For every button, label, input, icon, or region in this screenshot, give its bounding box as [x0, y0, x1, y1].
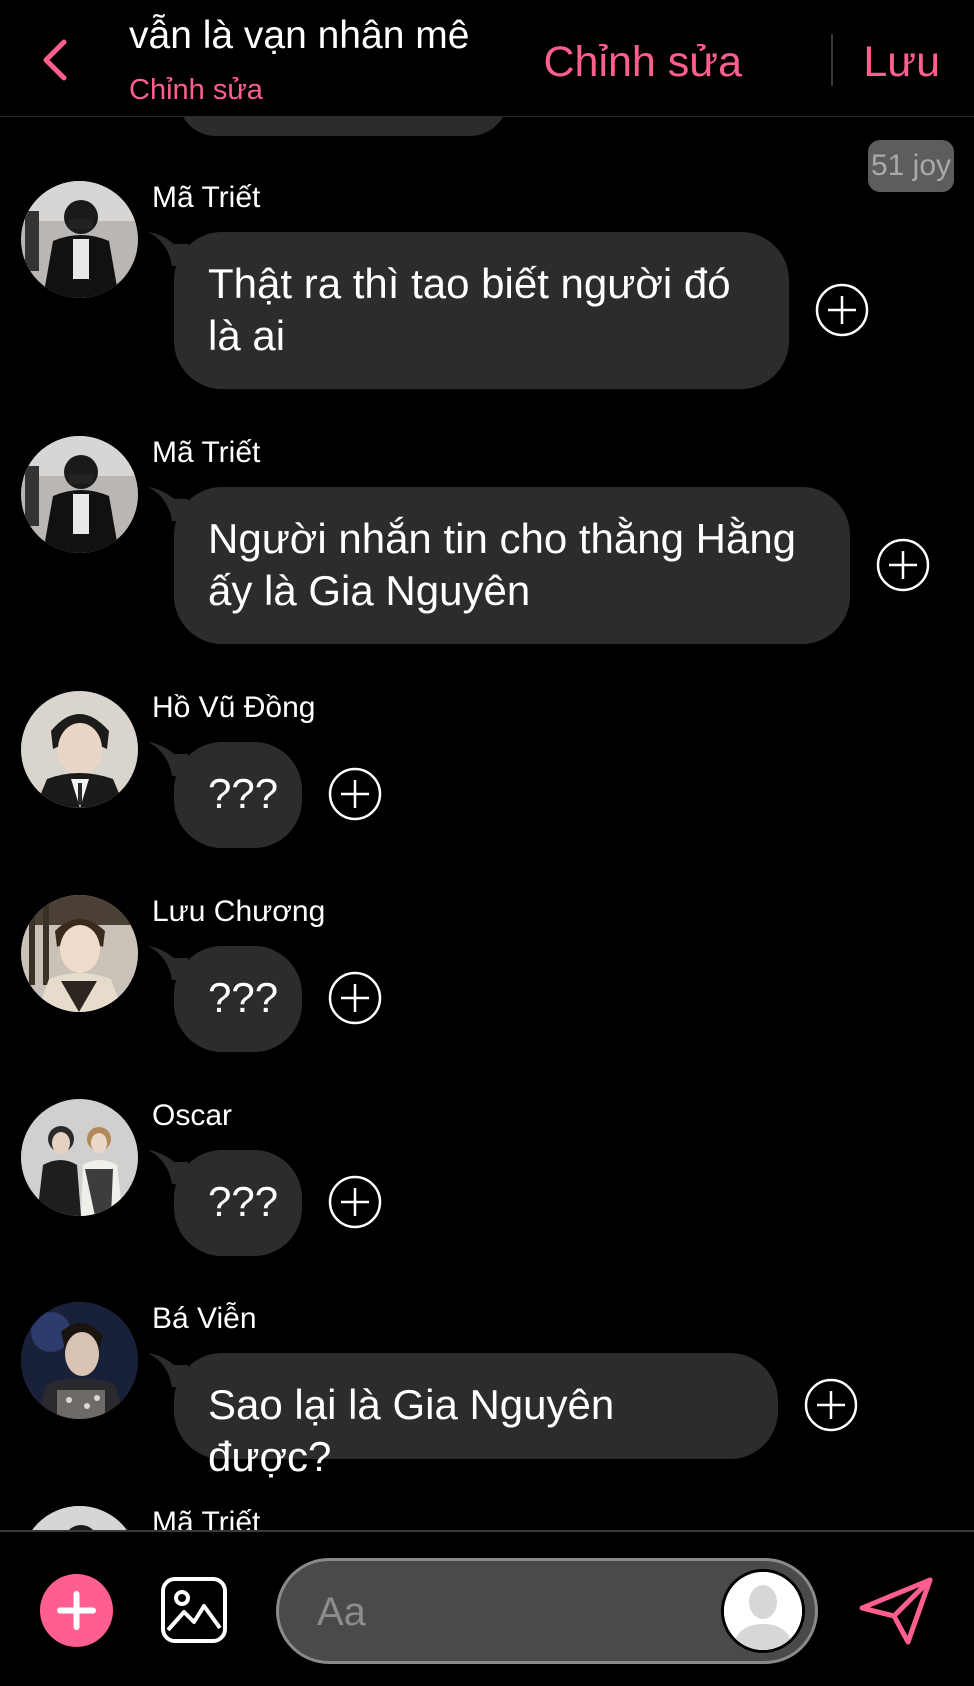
- sender-name: Hồ Vũ Đồng: [152, 691, 316, 724]
- avatar[interactable]: [21, 436, 138, 553]
- add-reaction-button[interactable]: [804, 1378, 858, 1432]
- add-reaction-button[interactable]: [328, 767, 382, 821]
- image-button[interactable]: [160, 1576, 228, 1644]
- chat-subtitle[interactable]: Chỉnh sửa: [129, 74, 263, 107]
- avatar[interactable]: [21, 895, 138, 1012]
- message-input-container: [276, 1558, 818, 1664]
- send-button[interactable]: [858, 1576, 934, 1646]
- save-button[interactable]: Lưu: [863, 38, 940, 87]
- avatar-photo: [21, 895, 138, 1012]
- plus-icon: [40, 1574, 113, 1647]
- message-list[interactable]: 51 joy Mã Triết Thật ra thì tao biết ngư…: [0, 0, 974, 1530]
- add-reaction-button[interactable]: [815, 283, 869, 337]
- sender-name: Lưu Chương: [152, 895, 326, 928]
- message-line: Người nhắn tin cho thằng Hằng: [208, 515, 797, 562]
- message-line: ???: [208, 974, 279, 1021]
- message-bubble-wrap: ???: [148, 1150, 302, 1256]
- add-button[interactable]: [40, 1574, 113, 1647]
- user-silhouette-icon: [724, 1572, 802, 1650]
- avatar-photo: [21, 1302, 138, 1419]
- avatar[interactable]: [21, 1302, 138, 1419]
- message-bubble[interactable]: ???: [174, 946, 302, 1052]
- send-icon: [859, 1577, 933, 1645]
- avatar[interactable]: [21, 181, 138, 298]
- message-line: ???: [208, 1178, 279, 1225]
- sender-name: Oscar: [152, 1099, 233, 1132]
- joy-badge: 51 joy: [868, 140, 954, 192]
- back-button[interactable]: [36, 36, 76, 84]
- avatar[interactable]: [21, 1099, 138, 1216]
- message-line: Thật ra thì tao biết người đó: [208, 260, 731, 307]
- add-reaction-button[interactable]: [328, 1175, 382, 1229]
- message-bubble-wrap: Thật ra thì tao biết người đó là ai: [148, 232, 789, 389]
- avatar-photo: [21, 436, 138, 553]
- sender-name: Mã Triết: [152, 436, 261, 469]
- avatar[interactable]: [21, 1506, 138, 1530]
- message-line: Sao lại là Gia Nguyên được?: [208, 1381, 615, 1480]
- add-reaction-button[interactable]: [876, 538, 930, 592]
- message-bubble[interactable]: Sao lại là Gia Nguyên được?: [174, 1353, 778, 1480]
- message-bubble[interactable]: Thật ra thì tao biết người đó là ai: [174, 232, 789, 389]
- chat-header: vẫn là vạn nhân mê Chỉnh sửa Chỉnh sửa L…: [0, 0, 974, 117]
- avatar-photo: [21, 181, 138, 298]
- avatar[interactable]: [21, 691, 138, 808]
- avatar-photo: [21, 691, 138, 808]
- sender-name: Bá Viễn: [152, 1302, 257, 1335]
- message-bubble-wrap: ???: [148, 742, 302, 848]
- chevron-left-icon: [43, 39, 67, 81]
- header-divider: [831, 34, 833, 86]
- edit-button[interactable]: Chỉnh sửa: [544, 38, 743, 87]
- persona-avatar-button[interactable]: [721, 1569, 805, 1653]
- message-line: là ai: [208, 312, 286, 359]
- image-icon: [161, 1577, 227, 1643]
- add-reaction-button[interactable]: [328, 971, 382, 1025]
- message-line: ấy là Gia Nguyên: [208, 567, 531, 614]
- chat-title[interactable]: vẫn là vạn nhân mê: [129, 14, 469, 58]
- message-input[interactable]: [315, 1583, 699, 1641]
- message-bubble-wrap: Người nhắn tin cho thằng Hằng ấy là Gia …: [148, 487, 850, 644]
- avatar-photo: [21, 1099, 138, 1216]
- message-bubble-wrap: Sao lại là Gia Nguyên được?: [148, 1353, 778, 1480]
- message-bubble[interactable]: ???: [174, 742, 302, 848]
- avatar-photo: [21, 1506, 138, 1530]
- composer-bar: [0, 1530, 974, 1686]
- message-line: ???: [208, 770, 279, 817]
- sender-name: Mã Triết: [152, 1506, 261, 1530]
- message-bubble[interactable]: ???: [174, 1150, 302, 1256]
- sender-name: Mã Triết: [152, 181, 261, 214]
- message-bubble[interactable]: Người nhắn tin cho thằng Hằng ấy là Gia …: [174, 487, 850, 644]
- message-bubble-wrap: ???: [148, 946, 302, 1052]
